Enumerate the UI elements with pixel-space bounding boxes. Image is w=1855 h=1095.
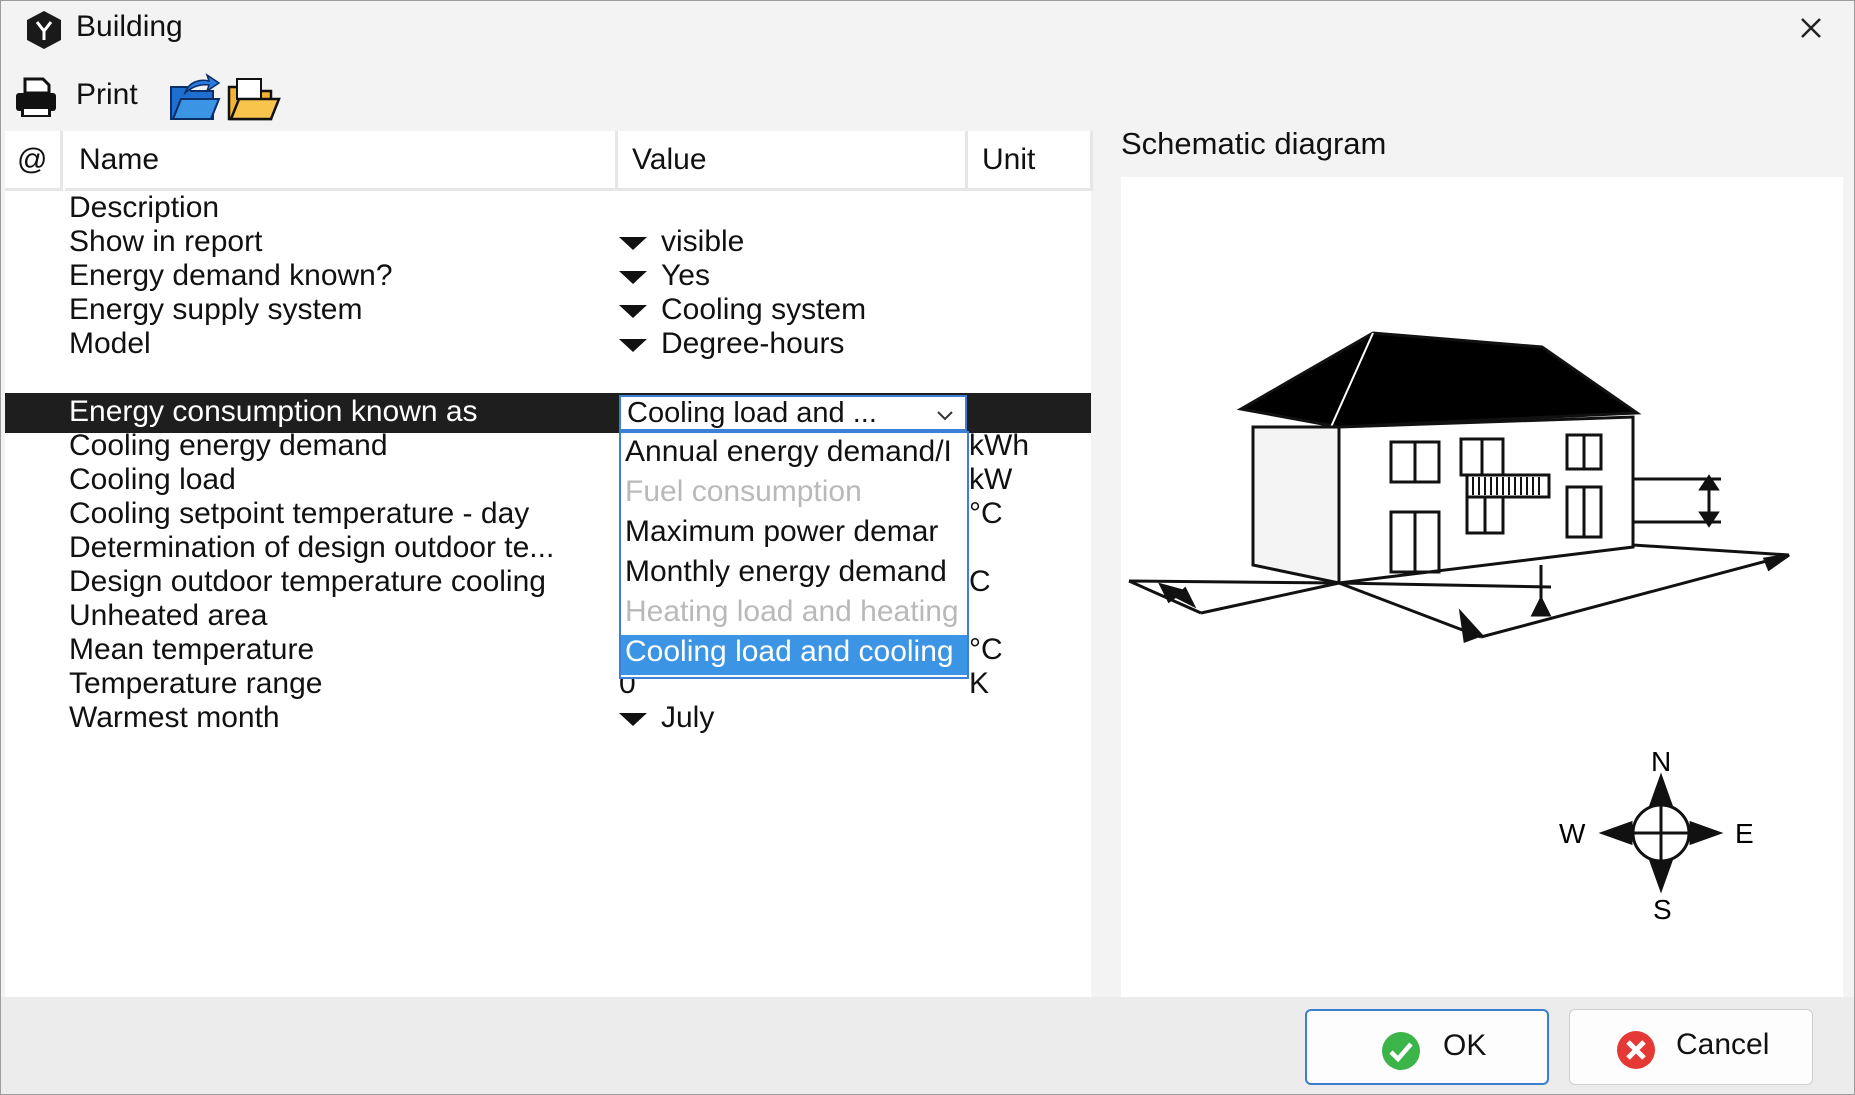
dropdown-option-disabled: Heating load and heating xyxy=(625,595,959,628)
row-value: Cooling system xyxy=(661,293,867,326)
roof-shape xyxy=(1236,331,1642,429)
printer-icon[interactable] xyxy=(13,75,59,121)
row-name: Cooling setpoint temperature - day xyxy=(69,497,530,530)
building-dialog: Building Print @ Name Value Unit Descrip… xyxy=(0,0,1855,1095)
dropdown-option[interactable]: Monthly energy demand xyxy=(621,555,967,595)
table-row[interactable]: Model Degree-hours xyxy=(5,325,1091,365)
caret-down-icon[interactable] xyxy=(619,304,647,318)
row-name: Determination of design outdoor te... xyxy=(69,531,555,564)
dropdown-option-disabled: Fuel consumption xyxy=(625,475,862,508)
compass-rose xyxy=(1598,772,1724,894)
column-header-unit[interactable]: Unit xyxy=(968,131,1093,191)
cancel-button[interactable]: Cancel xyxy=(1569,1009,1813,1085)
row-name: Unheated area xyxy=(69,599,268,632)
row-unit: K xyxy=(969,667,990,700)
row-name: Temperature range xyxy=(69,667,323,700)
row-name: Mean temperature xyxy=(69,633,315,666)
app-logo-icon xyxy=(27,11,61,49)
value-dropdown[interactable]: Degree-hours xyxy=(619,327,844,361)
row-name: Show in report xyxy=(69,225,263,258)
caret-down-icon[interactable] xyxy=(619,338,647,352)
export-folder-icon[interactable] xyxy=(169,73,221,123)
value-dropdown[interactable]: visible xyxy=(619,225,744,259)
column-header-value[interactable]: Value xyxy=(618,131,968,191)
ok-label: OK xyxy=(1443,1029,1487,1062)
row-name: Cooling load xyxy=(69,463,236,496)
print-button[interactable]: Print xyxy=(76,78,138,112)
energy-consumption-combobox[interactable]: Cooling load and ... xyxy=(619,395,967,431)
dropdown-option[interactable]: Maximum power demar xyxy=(621,515,967,555)
value-dropdown[interactable]: Cooling system xyxy=(619,293,866,327)
title-bar xyxy=(1,1,1854,59)
row-unit: kW xyxy=(969,463,1013,496)
row-name: Model xyxy=(69,327,151,360)
row-value: Yes xyxy=(661,259,710,292)
row-name: Description xyxy=(69,191,220,224)
table-row[interactable]: Warmest month July xyxy=(5,699,1091,739)
compass-east-label: E xyxy=(1735,818,1754,849)
row-unit: C xyxy=(969,565,991,598)
dropdown-list: Annual energy demand/I Fuel consumption … xyxy=(619,431,969,679)
caret-down-icon[interactable] xyxy=(619,270,647,284)
property-grid: @ Name Value Unit Description Show in re… xyxy=(5,131,1093,997)
row-unit: kWh xyxy=(969,429,1029,462)
check-circle-icon xyxy=(1382,1032,1420,1070)
dropdown-option-highlighted[interactable]: Cooling load and cooling xyxy=(621,635,967,675)
close-icon[interactable] xyxy=(1794,11,1828,45)
column-header-at[interactable]: @ xyxy=(5,131,63,191)
window-title: Building xyxy=(76,10,183,43)
row-value: Degree-hours xyxy=(661,327,845,360)
schematic-title: Schematic diagram xyxy=(1121,126,1387,161)
cancel-label: Cancel xyxy=(1676,1028,1770,1061)
row-name: Energy supply system xyxy=(69,293,363,326)
cancel-circle-icon xyxy=(1617,1031,1655,1069)
building-schematic: N S E W xyxy=(1128,331,1790,925)
value-dropdown[interactable]: July xyxy=(619,701,714,735)
row-name: Warmest month xyxy=(69,701,280,734)
compass-south-label: S xyxy=(1653,894,1672,925)
open-folder-icon[interactable] xyxy=(227,75,281,123)
column-header-name[interactable]: Name xyxy=(65,131,618,191)
row-value: visible xyxy=(661,225,745,258)
caret-down-icon[interactable] xyxy=(619,712,647,726)
dropdown-option[interactable]: Annual energy demand/I xyxy=(621,435,967,475)
row-name: Cooling energy demand xyxy=(69,429,388,462)
value-dropdown[interactable]: Yes xyxy=(619,259,710,293)
chevron-down-icon[interactable] xyxy=(933,403,957,427)
row-value: July xyxy=(661,701,715,734)
schematic-panel: N S E W xyxy=(1121,177,1843,997)
row-name: Energy consumption known as xyxy=(69,395,478,428)
ok-button[interactable]: OK xyxy=(1305,1009,1549,1085)
row-unit: °C xyxy=(969,633,1003,666)
combobox-value: Cooling load and ... xyxy=(627,397,877,429)
caret-down-icon[interactable] xyxy=(619,236,647,250)
row-name: Design outdoor temperature cooling xyxy=(69,565,546,598)
compass-north-label: N xyxy=(1651,746,1671,777)
wall-shape xyxy=(1251,425,1341,585)
compass-west-label: W xyxy=(1559,818,1586,849)
row-name: Energy demand known? xyxy=(69,259,393,292)
row-unit: °C xyxy=(969,497,1003,530)
